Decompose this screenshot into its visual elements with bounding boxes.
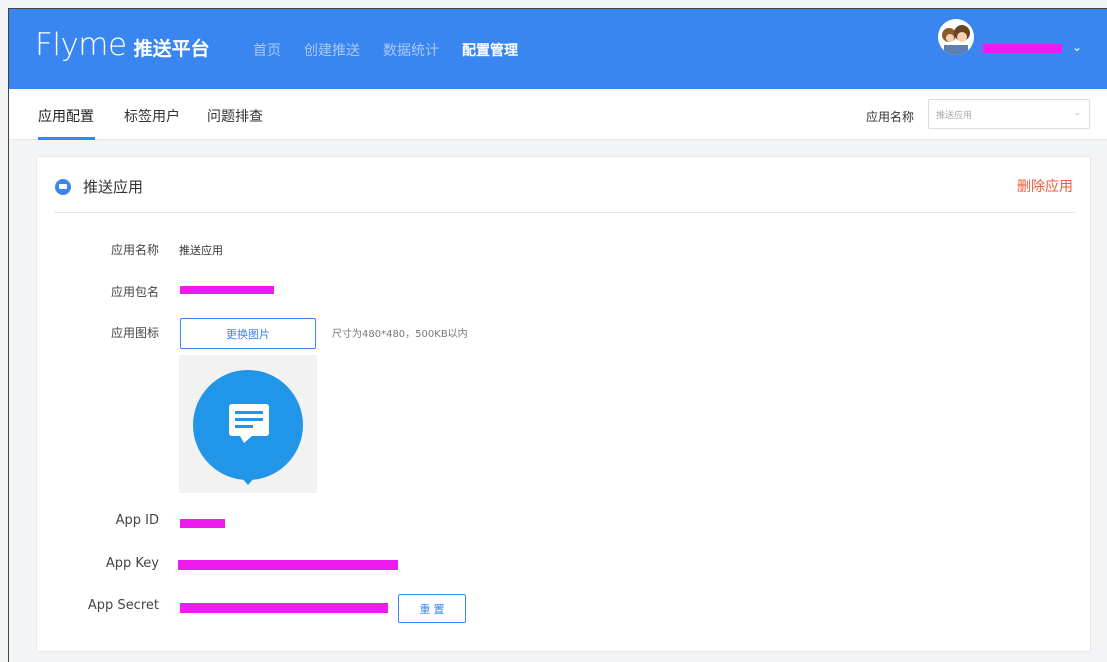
message-icon <box>55 179 71 195</box>
chevron-down-icon[interactable]: ⌄ <box>1072 40 1082 54</box>
chevron-down-icon: ⌄ <box>1073 108 1081 118</box>
package-name-label: 应用包名 <box>110 285 159 299</box>
app-name-field-label: 应用名称 <box>110 243 159 257</box>
tab-troubleshoot[interactable]: 问题排查 <box>207 106 263 126</box>
app-icon-label: 应用图标 <box>110 326 159 340</box>
app-select[interactable]: 推送应用 ⌄ <box>928 99 1090 129</box>
nav-data-stats[interactable]: 数据统计 <box>383 40 439 60</box>
sub-nav-bar: 应用配置 标签用户 问题排查 应用名称 推送应用 ⌄ <box>9 89 1107 140</box>
logo-brand: Flyme <box>35 27 127 63</box>
app-icon-preview <box>179 355 317 493</box>
app-key-redacted <box>178 560 398 570</box>
divider <box>54 212 1075 213</box>
reset-secret-button[interactable]: 重 置 <box>398 594 466 623</box>
app-select-value: 推送应用 <box>936 111 973 121</box>
nav-home[interactable]: 首页 <box>253 40 281 60</box>
app-id-redacted <box>180 519 225 528</box>
app-key-label: App Key <box>105 556 159 571</box>
chat-bubble-icon <box>193 370 303 485</box>
main-nav: 首页 创建推送 数据统计 配置管理 <box>253 40 541 60</box>
change-image-button[interactable]: 更换图片 <box>180 318 316 349</box>
tab-app-config[interactable]: 应用配置 <box>38 106 94 126</box>
app-id-label: App ID <box>115 513 159 528</box>
avatar[interactable] <box>938 19 974 55</box>
app-secret-redacted <box>180 603 388 613</box>
nav-config[interactable]: 配置管理 <box>462 40 518 60</box>
icon-size-hint: 尺寸为480*480，500KB以内 <box>332 329 468 340</box>
app-name-value: 推送应用 <box>179 244 223 257</box>
username-redacted[interactable] <box>983 44 1062 53</box>
logo-product: 推送平台 <box>133 38 210 60</box>
logo[interactable]: Flyme 推送平台 <box>35 27 210 71</box>
app-secret-label: App Secret <box>87 598 159 613</box>
package-name-redacted <box>180 286 274 294</box>
card-title: 推送应用 <box>83 178 144 196</box>
nav-create-push[interactable]: 创建推送 <box>304 40 360 60</box>
active-tab-indicator <box>38 137 95 140</box>
app-config-card: 推送应用 删除应用 应用名称 推送应用 应用包名 应用图标 更换图片 尺寸为48… <box>36 156 1091 652</box>
app-name-label: 应用名称 <box>866 110 915 124</box>
delete-app-button[interactable]: 删除应用 <box>1017 176 1073 196</box>
tab-tag-users[interactable]: 标签用户 <box>124 106 180 126</box>
